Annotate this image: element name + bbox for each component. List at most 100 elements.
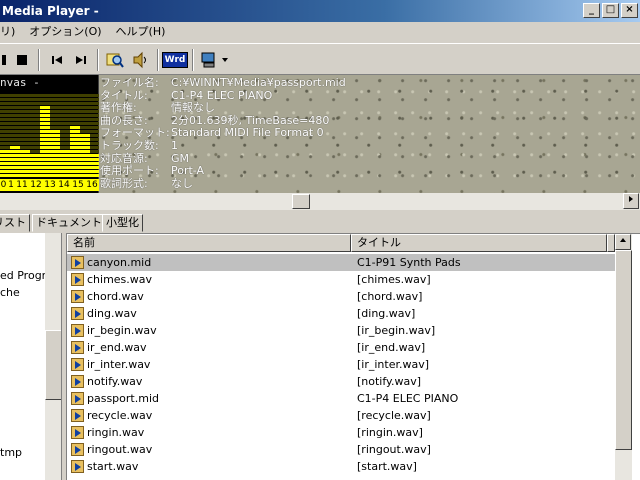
menu-item-options[interactable]: オプション(O) — [22, 22, 108, 41]
info-label: 歌詞形式: — [100, 176, 148, 190]
level-segment — [40, 138, 50, 141]
list-item[interactable]: ringin.wav [ringin.wav] — [67, 424, 615, 441]
level-segment — [0, 142, 10, 145]
level-segment — [40, 102, 50, 105]
level-segment — [50, 98, 60, 101]
folder-tree[interactable]: ed Progra che tmp — [0, 233, 62, 480]
tab-compact[interactable]: 小型化 — [102, 214, 143, 232]
tree-item[interactable]: che — [0, 286, 20, 299]
level-segment — [30, 166, 40, 169]
info-scrollbar[interactable] — [0, 193, 640, 210]
list-item[interactable]: canyon.mid C1-P91 Synth Pads — [67, 254, 615, 271]
scrollbar-thumb[interactable] — [45, 330, 61, 400]
minimize-button[interactable]: _ — [583, 3, 600, 18]
prev-track-button[interactable] — [46, 49, 68, 71]
list-item[interactable]: ir_inter.wav [ir_inter.wav] — [67, 356, 615, 373]
export-button[interactable] — [198, 49, 220, 71]
level-segment — [80, 166, 90, 169]
list-item[interactable]: ringout.wav [ringout.wav] — [67, 441, 615, 458]
level-segment — [70, 166, 80, 169]
level-segment — [30, 118, 40, 121]
level-segment — [80, 126, 90, 129]
level-segment — [20, 94, 30, 97]
level-segment — [30, 122, 40, 125]
level-segment — [20, 150, 30, 153]
info-row: ファイル名: C:¥WINNT¥Media¥passport.mid — [99, 76, 639, 89]
scrollbar-thumb[interactable] — [615, 250, 632, 450]
level-segment — [30, 138, 40, 141]
level-segment — [70, 102, 80, 105]
level-segment — [70, 126, 80, 129]
tree-item[interactable]: tmp — [0, 446, 22, 459]
volume-button[interactable] — [129, 49, 151, 71]
info-row: フォーマット: Standard MIDI File Format 0 — [99, 126, 639, 139]
scroll-right-button[interactable] — [623, 193, 639, 209]
level-segment — [10, 174, 20, 177]
level-segment — [50, 146, 60, 149]
list-item[interactable]: passport.mid C1-P4 ELEC PIANO — [67, 390, 615, 407]
menu-item-list[interactable]: リ) — [0, 22, 22, 41]
list-item[interactable]: notify.wav [notify.wav] — [67, 373, 615, 390]
meter-title: nvas - — [0, 76, 40, 89]
media-file-icon — [71, 341, 84, 354]
level-segment — [70, 98, 80, 101]
media-file-icon — [71, 358, 84, 371]
file-list[interactable]: 名前 タイトル canyon.mid C1-P91 Synth Pads chime… — [66, 233, 640, 480]
column-header-title[interactable]: タイトル — [351, 234, 607, 252]
level-segment — [20, 134, 30, 137]
list-item[interactable]: ding.wav [ding.wav] — [67, 305, 615, 322]
tree-scrollbar[interactable] — [45, 233, 61, 480]
file-title: C1-P4 ELEC PIANO — [357, 392, 459, 405]
level-segment — [40, 98, 50, 101]
list-item[interactable]: ir_begin.wav [ir_begin.wav] — [67, 322, 615, 339]
level-segment — [10, 142, 20, 145]
toolbar-separator — [38, 49, 40, 71]
level-segment — [20, 114, 30, 117]
list-item[interactable]: recycle.wav [recycle.wav] — [67, 407, 615, 424]
level-segment — [20, 146, 30, 149]
list-scrollbar[interactable] — [615, 234, 632, 480]
file-title: [ir_begin.wav] — [357, 324, 436, 337]
scrollbar-thumb[interactable] — [292, 194, 310, 209]
list-item[interactable]: ir_end.wav [ir_end.wav] — [67, 339, 615, 356]
tab-bar: リスト ドキュメント 小型化 — [0, 212, 640, 232]
level-segment — [50, 122, 60, 125]
level-segment — [70, 142, 80, 145]
arrow-up-icon — [620, 238, 626, 242]
level-segment — [0, 170, 10, 173]
column-header-extra[interactable] — [607, 234, 615, 252]
info-row: 使用ポート: Port-A — [99, 164, 639, 177]
tab-list[interactable]: リスト — [0, 214, 30, 232]
list-item[interactable]: start.wav [start.wav] — [67, 458, 615, 475]
level-segment — [30, 126, 40, 129]
export-dropdown[interactable] — [219, 49, 231, 71]
wrd-button[interactable]: Wrd — [161, 49, 189, 71]
menu-item-help[interactable]: ヘルプ(H) — [109, 22, 173, 41]
level-segment — [20, 166, 30, 169]
level-segment — [50, 126, 60, 129]
column-header-name[interactable]: 名前 — [67, 234, 351, 252]
level-bar — [70, 91, 80, 177]
search-button[interactable] — [104, 49, 126, 71]
next-track-button[interactable] — [70, 49, 92, 71]
level-segment — [10, 130, 20, 133]
level-segment — [20, 154, 30, 157]
channel-labels: 0 1 11 12 13 14 15 16 — [0, 179, 99, 191]
tab-document[interactable]: ドキュメント — [32, 214, 106, 232]
file-name: recycle.wav — [87, 409, 153, 422]
level-segment — [60, 138, 70, 141]
scroll-up-button[interactable] — [615, 234, 631, 250]
info-label: トラック数: — [100, 139, 159, 152]
level-segment — [70, 94, 80, 97]
file-title: [recycle.wav] — [357, 409, 431, 422]
file-title: [ringout.wav] — [357, 443, 431, 456]
stop-button[interactable] — [11, 49, 33, 71]
title-bar[interactable]: Media Player - _ □ × — [0, 0, 640, 22]
level-segment — [20, 158, 30, 161]
close-button[interactable]: × — [621, 3, 638, 18]
list-item[interactable]: chimes.wav [chimes.wav] — [67, 271, 615, 288]
level-segment — [40, 146, 50, 149]
level-segment — [30, 174, 40, 177]
list-item[interactable]: chord.wav [chord.wav] — [67, 288, 615, 305]
maximize-button[interactable]: □ — [602, 3, 619, 18]
